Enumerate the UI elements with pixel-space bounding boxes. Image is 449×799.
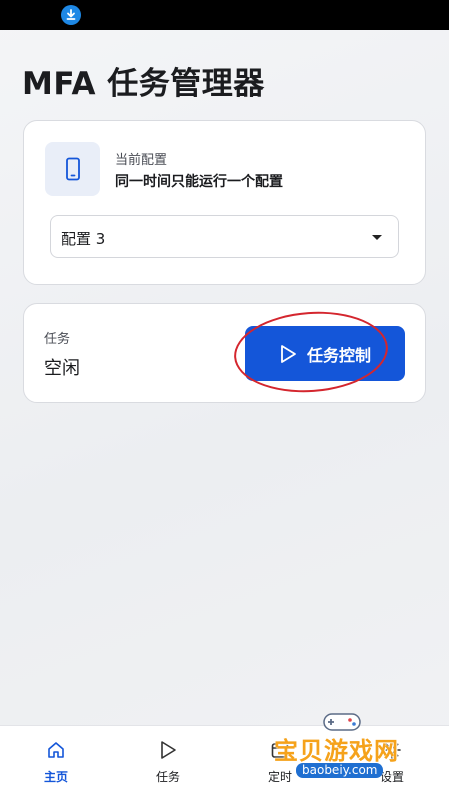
task-card: 任务 空闲 任务控制: [23, 303, 426, 403]
nav-item-schedule[interactable]: 定时: [224, 726, 336, 799]
task-caption: 任务: [44, 332, 71, 347]
config-description: 同一时间只能运行一个配置: [115, 174, 283, 190]
gear-icon: [336, 740, 448, 762]
play-icon: [112, 740, 224, 762]
config-caption: 当前配置: [115, 153, 168, 168]
bottom-nav: 主页 任务 定时 设置: [0, 725, 449, 799]
task-status: 空闲: [44, 358, 80, 379]
nav-label-tasks: 任务: [155, 770, 180, 784]
phone-icon: [45, 142, 100, 196]
config-card: 当前配置 同一时间只能运行一个配置 配置 3: [23, 120, 426, 285]
nav-label-settings: 设置: [379, 770, 404, 784]
nav-label-schedule: 定时: [267, 770, 292, 784]
task-control-label: 任务控制: [306, 345, 371, 365]
calendar-icon: [224, 740, 336, 762]
config-select[interactable]: 配置 3: [50, 215, 399, 258]
nav-label-home: 主页: [43, 770, 68, 784]
config-select-value: 配置 3: [61, 230, 106, 248]
status-bar: [0, 0, 449, 30]
play-icon: [281, 344, 296, 363]
download-icon: [61, 5, 81, 25]
nav-item-tasks[interactable]: 任务: [112, 726, 224, 799]
nav-item-home[interactable]: 主页: [0, 726, 112, 799]
task-control-button[interactable]: 任务控制: [245, 326, 405, 381]
dropdown-arrow-icon: [372, 235, 382, 240]
home-icon: [0, 740, 112, 762]
page-title: MFA 任务管理器: [22, 66, 265, 102]
nav-item-settings[interactable]: 设置: [336, 726, 448, 799]
